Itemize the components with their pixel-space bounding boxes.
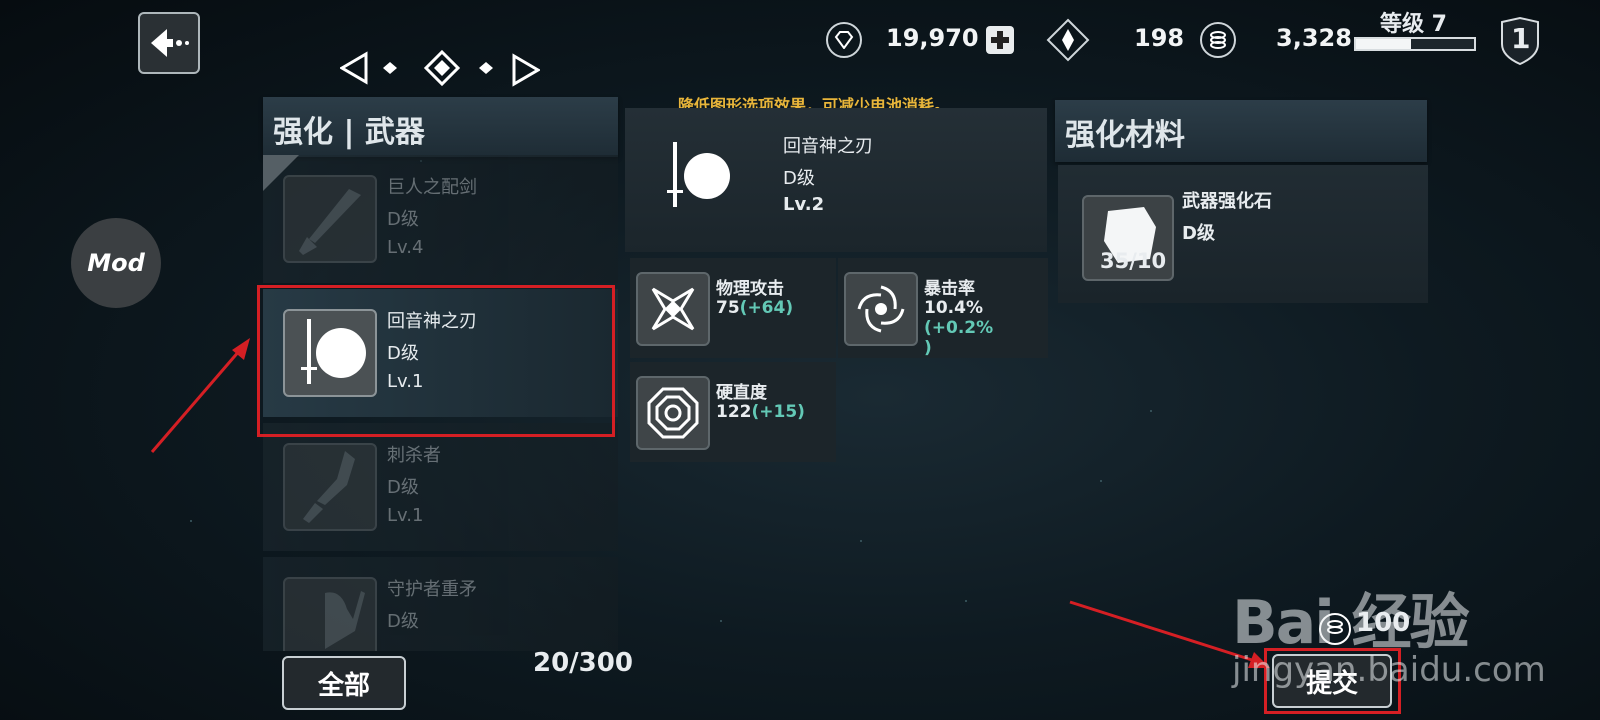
weapon-thumbnail	[283, 175, 377, 263]
weapon-thumbnail	[283, 443, 377, 531]
gem-icon	[826, 22, 862, 58]
broadsword-icon	[299, 189, 361, 255]
attack-icon	[636, 272, 710, 346]
stat-name: 暴击率	[924, 279, 975, 299]
stagger-icon	[636, 376, 710, 450]
add-gems-button[interactable]	[986, 26, 1014, 54]
stat-name: 物理攻击	[716, 279, 784, 299]
highlight-selected-item	[257, 285, 615, 437]
weapon-grade: D级	[387, 209, 419, 230]
material-count: 35/10	[1100, 249, 1167, 273]
panel-header: 强化 | 武器	[263, 97, 618, 157]
filter-all-button[interactable]: 全部	[282, 656, 406, 710]
level-progress-bar	[1354, 37, 1476, 51]
stat-stagger: 硬直度 122(+15)	[630, 362, 836, 462]
stat-name: 硬直度	[716, 383, 767, 403]
star	[720, 620, 722, 622]
star	[190, 520, 192, 522]
level-label: 等级 7	[1380, 12, 1447, 37]
stat-physical-attack: 物理攻击 75(+64)	[630, 258, 836, 358]
weapon-grade: D级	[387, 611, 419, 632]
materials-title: 强化材料	[1065, 118, 1185, 153]
mod-button[interactable]: Mod	[71, 218, 161, 308]
weapon-name: 巨人之配剑	[387, 177, 477, 198]
gem-count: 19,970	[886, 24, 979, 52]
stat-value: 122(+15)	[716, 402, 805, 422]
weapon-name: 刺杀者	[387, 445, 441, 466]
rank-badge[interactable]: 1	[1498, 16, 1542, 66]
page-indicator	[340, 49, 540, 87]
detail-name: 回音神之刃	[783, 136, 873, 157]
stat-crit-rate: 暴击率 10.4%(+0.2%)	[838, 258, 1048, 358]
stat-bonus: (+15)	[751, 402, 805, 422]
detail-grade: D级	[783, 168, 815, 189]
inventory-count: 20/300	[533, 648, 633, 678]
watermark-logo: Bai 经验	[1232, 588, 1470, 658]
material-name: 武器强化石	[1182, 191, 1272, 212]
weapon-level: Lv.4	[387, 237, 424, 258]
star	[965, 600, 967, 602]
shard-count: 198	[1134, 24, 1185, 52]
weapon-item[interactable]: 巨人之配剑 D级 Lv.4	[263, 155, 618, 283]
plus-icon	[991, 31, 1009, 49]
stat-value: 10.4%(+0.2%)	[924, 298, 994, 358]
back-icon	[151, 29, 189, 57]
stat-value: 75(+64)	[716, 298, 794, 318]
coin-count: 3,328	[1276, 24, 1352, 52]
material-card[interactable]: 35/10 武器强化石 D级	[1058, 165, 1428, 303]
crit-icon	[844, 272, 918, 346]
prev-page-icon[interactable]	[340, 51, 368, 85]
weapon-item[interactable]: 刺杀者 D级 Lv.1	[263, 423, 618, 551]
rank-number: 1	[1511, 22, 1531, 55]
watermark-url: jingyan.baidu.com	[1232, 650, 1546, 690]
shard-icon	[1046, 18, 1090, 62]
stat-bonus: (+0.2%	[924, 318, 994, 338]
material-thumbnail: 35/10	[1082, 195, 1174, 281]
arrow-annotation-icon	[150, 338, 250, 453]
weapon-item[interactable]: 守护者重矛 D级	[263, 557, 618, 651]
weapon-detail-card: 回音神之刃 D级 Lv.2	[625, 108, 1047, 252]
next-page-icon[interactable]	[512, 53, 540, 87]
panel-title: 强化 | 武器	[273, 115, 425, 150]
star	[1100, 480, 1102, 482]
level-progress-fill	[1356, 39, 1412, 49]
weapon-level: Lv.1	[387, 505, 424, 526]
detail-level: Lv.2	[783, 194, 825, 215]
star	[1150, 410, 1152, 412]
star	[860, 540, 862, 542]
coin-icon	[1200, 22, 1236, 58]
spear-icon	[325, 591, 365, 649]
back-button[interactable]	[138, 12, 200, 74]
material-grade: D级	[1182, 223, 1215, 244]
materials-header: 强化材料	[1055, 100, 1427, 162]
weapon-name: 守护者重矛	[387, 579, 477, 600]
dagger-icon	[303, 451, 355, 523]
weapon-thumbnail	[283, 577, 377, 651]
stat-bonus: (+64)	[739, 298, 794, 318]
sword-shield-icon	[667, 142, 730, 207]
weapon-grade: D级	[387, 477, 419, 498]
